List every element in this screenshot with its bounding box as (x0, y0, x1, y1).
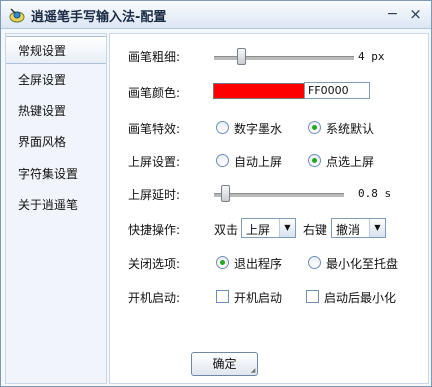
commit-delay-label: 上屏延时: (128, 188, 181, 202)
settings-sidebar: 常规设置 全屏设置 热键设置 界面风格 字符集设置 关于逍遥笔 (5, 33, 107, 384)
close-button[interactable]: × (407, 6, 424, 23)
stroke-color-hex-input[interactable] (304, 82, 370, 99)
right-click-select[interactable]: 撤消 ▼ (331, 218, 386, 238)
stroke-effect-option-system-default: 系统默认 (326, 122, 375, 136)
close-option-exit: 退出程序 (234, 257, 283, 271)
app-logo-icon (9, 8, 25, 23)
commit-mode-radio-auto[interactable] (216, 154, 229, 167)
close-option-radio-tray[interactable] (308, 256, 321, 269)
right-click-label: 右键 (303, 223, 328, 237)
commit-delay-slider-thumb[interactable] (221, 185, 230, 202)
resize-grip-icon: ◢ (250, 367, 256, 374)
startup-label: 开机启动: (128, 291, 181, 305)
commit-delay-value: 0.8 s (358, 187, 392, 200)
stroke-color-swatch[interactable] (213, 83, 308, 99)
stroke-effect-radio-system-default[interactable] (308, 121, 321, 134)
right-click-select-value: 撤消 (336, 223, 361, 237)
ok-button-label: 确定 (212, 357, 237, 371)
commit-delay-slider-track[interactable] (214, 193, 344, 197)
stroke-effect-radio-digital-ink[interactable] (216, 121, 229, 134)
ok-button[interactable]: 确定 ◢ (191, 352, 258, 376)
sidebar-item-general[interactable]: 常规设置 (6, 36, 106, 64)
double-click-select-value: 上屏 (246, 223, 271, 237)
close-option-tray: 最小化至托盘 (326, 257, 399, 271)
commit-mode-option-auto: 自动上屏 (234, 155, 283, 169)
stroke-effect-option-digital-ink: 数字墨水 (234, 122, 283, 136)
double-click-label: 双击 (214, 223, 239, 237)
title-bar[interactable]: 逍遥笔手写输入法-配置 − × (1, 1, 431, 29)
window-title: 逍遥笔手写输入法-配置 (31, 10, 167, 25)
stroke-effect-label: 画笔特效: (128, 122, 181, 136)
startup-checkbox-minimize[interactable] (306, 290, 319, 303)
commit-mode-radio-click[interactable] (308, 154, 321, 167)
general-settings-panel: 画笔粗细: 4 px 画笔颜色: 画笔特效: 数字墨水 系统默认 上屏设置: 自… (109, 33, 429, 384)
startup-option-minimize: 启动后最小化 (324, 291, 397, 305)
startup-checkbox-autostart[interactable] (216, 290, 229, 303)
startup-option-autostart: 开机启动 (234, 291, 283, 305)
stroke-width-value: 4 px (358, 50, 385, 63)
config-window: 逍遥笔手写输入法-配置 − × 常规设置 全屏设置 热键设置 界面风格 字符集设… (0, 0, 432, 387)
commit-mode-option-click: 点选上屏 (326, 155, 375, 169)
sidebar-item-about[interactable]: 关于逍遥笔 (6, 191, 106, 219)
chevron-down-icon[interactable]: ▼ (369, 219, 385, 237)
sidebar-item-fullscreen[interactable]: 全屏设置 (6, 66, 106, 94)
close-option-radio-exit[interactable] (216, 256, 229, 269)
sidebar-item-ui-style[interactable]: 界面风格 (6, 128, 106, 156)
chevron-down-icon[interactable]: ▼ (279, 219, 295, 237)
stroke-width-slider-thumb[interactable] (237, 48, 246, 65)
sidebar-item-charset[interactable]: 字符集设置 (6, 160, 106, 188)
stroke-width-slider-track[interactable] (214, 56, 354, 60)
commit-mode-label: 上屏设置: (128, 155, 181, 169)
shortcut-label: 快捷操作: (128, 223, 181, 237)
sidebar-item-hotkeys[interactable]: 热键设置 (6, 97, 106, 125)
minimize-button[interactable]: − (384, 6, 401, 23)
stroke-color-label: 画笔颜色: (128, 86, 181, 100)
close-option-label: 关闭选项: (128, 257, 181, 271)
double-click-select[interactable]: 上屏 ▼ (241, 218, 296, 238)
stroke-width-label: 画笔粗细: (128, 50, 181, 64)
